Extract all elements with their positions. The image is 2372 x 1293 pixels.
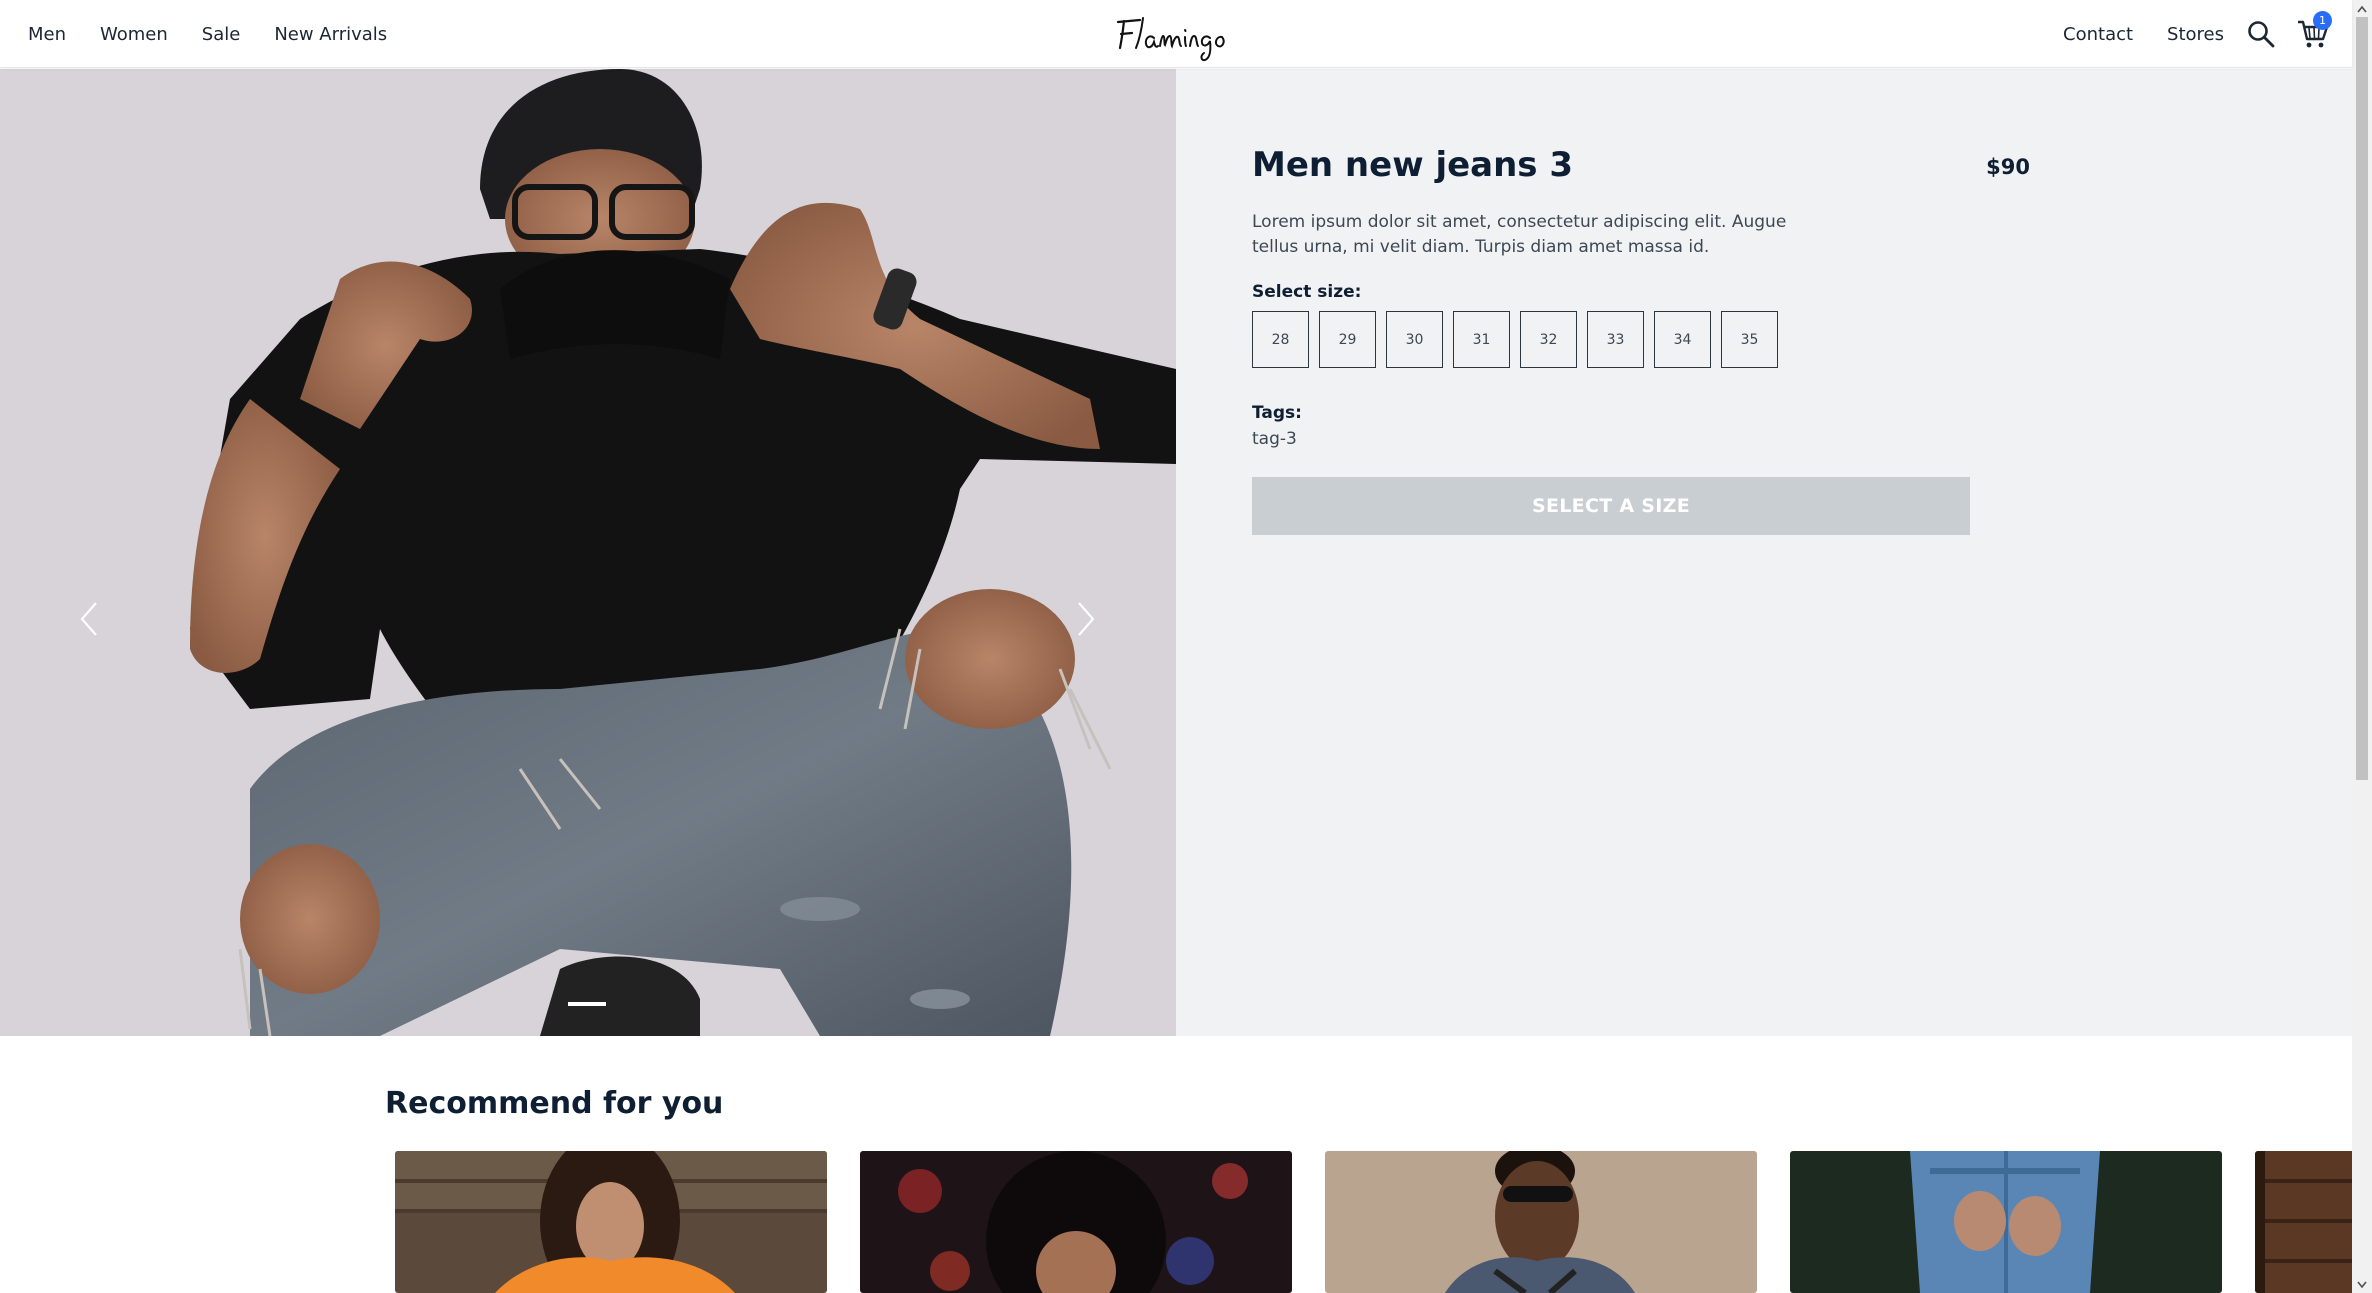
select-size-button[interactable]: SELECT A SIZE xyxy=(1252,477,1970,535)
size-option[interactable]: 28 xyxy=(1252,311,1309,368)
scroll-up-icon[interactable] xyxy=(2352,0,2372,17)
size-option[interactable]: 32 xyxy=(1520,311,1577,368)
chevron-right-icon xyxy=(1078,602,1095,636)
site-header: Men Women Sale New Arrivals Contact Stor… xyxy=(0,0,2352,68)
size-option[interactable]: 31 xyxy=(1453,311,1510,368)
recommend-image xyxy=(395,1151,827,1293)
size-option[interactable]: 29 xyxy=(1319,311,1376,368)
product-info-panel: Men new jeans 3 $90 Lorem ipsum dolor si… xyxy=(1176,69,2352,1036)
product-description: Lorem ipsum dolor sit amet, consectetur … xyxy=(1252,212,1787,257)
recommend-card[interactable] xyxy=(1325,1151,1757,1293)
recommend-card[interactable] xyxy=(2255,1151,2352,1293)
size-option[interactable]: 33 xyxy=(1587,311,1644,368)
flamingo-logo[interactable] xyxy=(1110,8,1240,64)
product-price: $90 xyxy=(1986,155,2030,179)
recommend-card[interactable] xyxy=(395,1151,827,1293)
product-photo xyxy=(0,69,1176,1036)
cart-count-badge: 1 xyxy=(2313,11,2332,30)
recommend-heading: Recommend for you xyxy=(385,1086,724,1121)
recommend-image xyxy=(860,1151,1292,1293)
cart-icon[interactable]: 1 xyxy=(2296,11,2332,51)
size-label: Select size: xyxy=(1252,282,1362,302)
carousel-indicator-active[interactable] xyxy=(568,1002,606,1006)
chevron-left-icon xyxy=(80,602,97,636)
tags-label: Tags: xyxy=(1252,403,1302,423)
size-option[interactable]: 34 xyxy=(1654,311,1711,368)
recommend-image xyxy=(1325,1151,1757,1293)
utility-nav: Contact Stores 1 xyxy=(2063,0,2332,68)
search-icon[interactable] xyxy=(2244,17,2278,51)
main-nav: Men Women Sale New Arrivals xyxy=(28,0,387,68)
carousel-next-button[interactable] xyxy=(1067,589,1107,649)
recommend-image xyxy=(1790,1151,2222,1293)
nav-contact[interactable]: Contact xyxy=(2063,24,2133,45)
nav-stores[interactable]: Stores xyxy=(2167,24,2224,45)
product-image-carousel xyxy=(0,69,1176,1036)
tag-link[interactable]: tag-3 xyxy=(1252,429,1297,449)
nav-new-arrivals[interactable]: New Arrivals xyxy=(274,24,387,45)
size-options: 28 29 30 31 32 33 34 35 xyxy=(1252,311,1778,368)
nav-men[interactable]: Men xyxy=(28,24,66,45)
recommend-card[interactable] xyxy=(1790,1151,2222,1293)
recommend-image xyxy=(2255,1151,2352,1293)
size-option[interactable]: 35 xyxy=(1721,311,1778,368)
page-scrollbar[interactable] xyxy=(2352,0,2372,1293)
size-option[interactable]: 30 xyxy=(1386,311,1443,368)
scrollbar-thumb[interactable] xyxy=(2356,17,2368,780)
carousel-prev-button[interactable] xyxy=(68,589,108,649)
nav-women[interactable]: Women xyxy=(100,24,168,45)
nav-sale[interactable]: Sale xyxy=(202,24,241,45)
scroll-down-icon[interactable] xyxy=(2352,1276,2372,1293)
product-title: Men new jeans 3 xyxy=(1252,145,1574,185)
recommend-card[interactable] xyxy=(860,1151,1292,1293)
